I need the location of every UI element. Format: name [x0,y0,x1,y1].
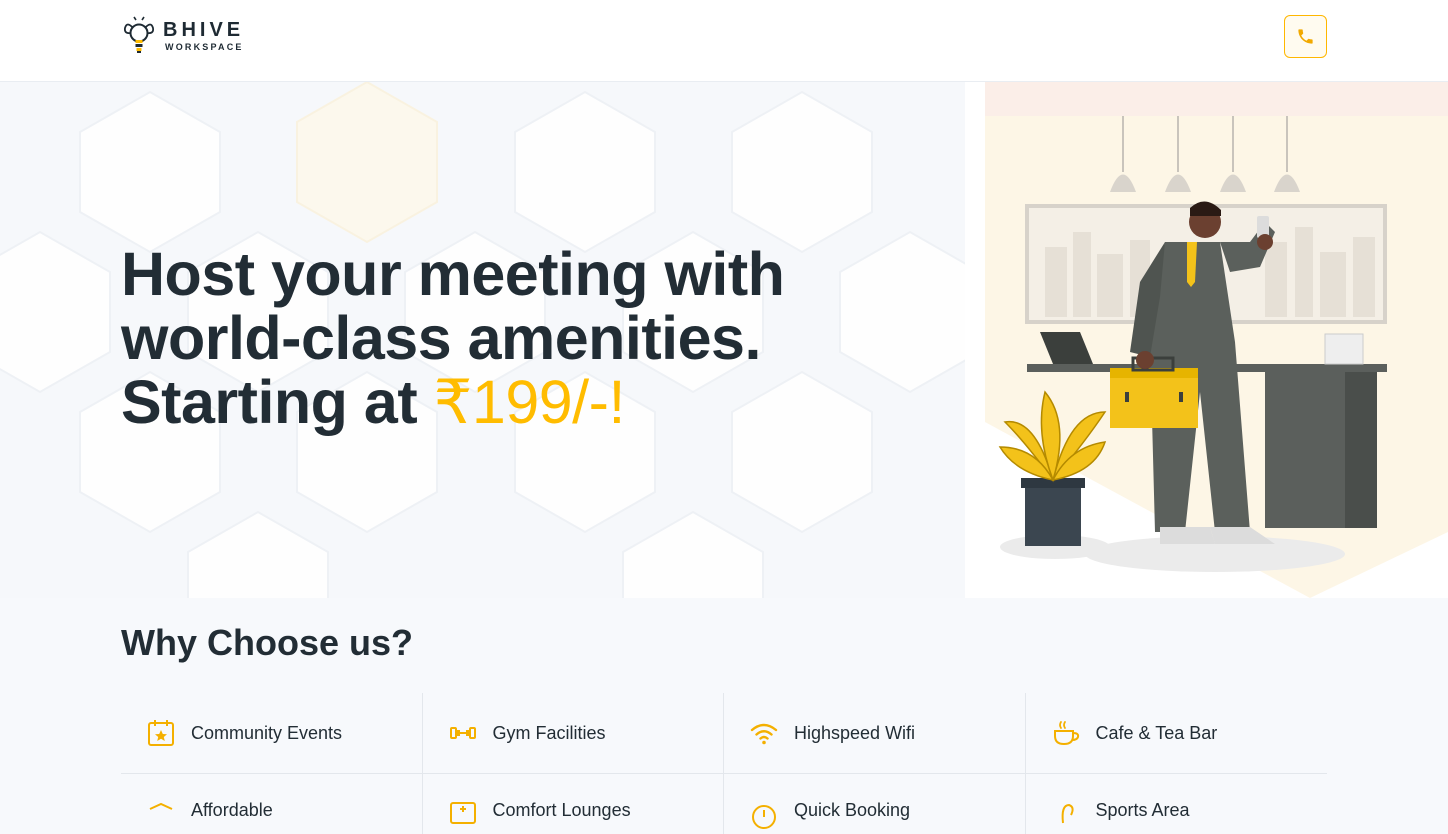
feature-quick-booking: Quick Booking [724,774,1026,834]
feature-sports-area: Sports Area [1026,774,1328,834]
clock-icon [748,800,780,832]
brand-name: BHIVE [163,19,245,41]
feature-comfort-lounges: Comfort Lounges [423,774,724,834]
hero-price: ₹199/-! [433,368,626,436]
feature-cafe-tea-bar: Cafe & Tea Bar [1026,693,1328,773]
features-grid: Community Events Gym Facilities Highspee… [121,693,1327,834]
hero-section: Host your meeting with world-class ameni… [0,82,1448,598]
feature-label: Cafe & Tea Bar [1095,722,1218,743]
brand-subtitle: WORKSPACE [165,42,244,52]
coffee-cup-icon [1050,717,1082,749]
lounge-icon [447,800,479,832]
feature-label: Highspeed Wifi [794,722,916,743]
feature-label: Comfort Lounges [492,800,631,820]
features-row: Affordable Comfort Lounges Quick Booking… [121,774,1327,834]
bee-bulb-icon [123,16,155,53]
feature-gym-facilities: Gym Facilities [423,693,724,773]
site-header: BHIVE WORKSPACE [0,0,1448,82]
why-choose-us-heading: Why Choose us? [121,622,414,663]
sports-icon [1050,800,1082,832]
feature-label: Community Events [191,722,343,743]
phone-icon [1298,29,1313,44]
feature-label: Gym Facilities [492,722,606,743]
call-button[interactable] [1284,15,1327,58]
tag-icon [145,800,177,832]
calendar-star-icon [145,717,177,749]
feature-label: Affordable [191,800,273,820]
features-row: Community Events Gym Facilities Highspee… [121,693,1327,774]
feature-label: Quick Booking [794,800,911,820]
wifi-icon [748,717,780,749]
feature-highspeed-wifi: Highspeed Wifi [724,693,1026,773]
brand-logo[interactable]: BHIVE WORKSPACE [121,16,244,56]
dumbbell-icon [447,717,479,749]
feature-label: Sports Area [1095,800,1190,820]
feature-affordable: Affordable [121,774,423,834]
hero-headline: Host your meeting with world-class ameni… [121,242,941,434]
feature-community-events: Community Events [121,693,423,773]
businessman-illustration [965,82,1448,598]
